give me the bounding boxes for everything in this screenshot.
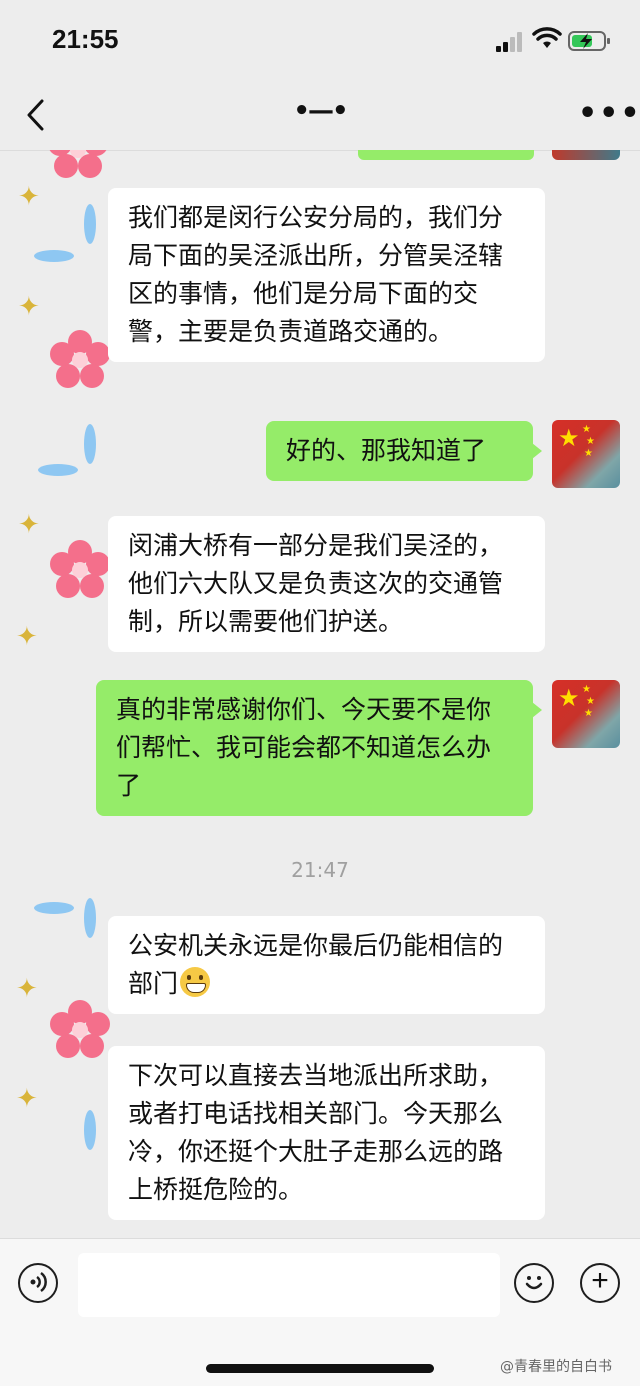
drop-shape [84,204,96,244]
message-bubble-received[interactable]: 下次可以直接去当地派出所求助，或者打电话找相关部门。今天那么冷，你还挺个大肚子走… [108,1046,545,1220]
contact-avatar-decoration: ✦ ✦ [0,880,120,1180]
drop-shape [84,1110,96,1150]
grinning-face-icon [180,967,211,997]
drop-shape [84,424,96,464]
message-text-input[interactable] [78,1253,500,1317]
message-bubble-sent[interactable]: 真的非常感谢你们、今天要不是你们帮忙、我可能会都不知道怎么办了 [96,680,542,816]
emoji-icon[interactable] [514,1263,554,1303]
message-timestamp: 21:47 [291,858,349,882]
contact-avatar-decoration: ✦ ✦ [0,400,120,650]
sparkle-icon: ✦ [18,182,40,212]
sparkle-icon: ✦ [16,974,38,1004]
message-bubble-received[interactable]: 公安机关永远是你最后仍能相信的部门 [108,916,545,1014]
partial-avatar [552,150,620,160]
partial-message-bubble [358,150,534,160]
flower-icon [48,150,108,180]
plus-icon[interactable]: + [580,1263,620,1303]
sparkle-icon: ✦ [18,510,40,540]
flag-star-icon: ★ [558,684,580,712]
sparkle-icon: ✦ [16,622,38,652]
my-avatar[interactable]: ★ ★ ★ ★ [552,420,620,488]
flower-icon [50,1000,110,1060]
more-icon[interactable]: ••• [578,96,640,131]
message-bubble-sent[interactable]: 好的、那我知道了 [266,421,542,481]
chat-message-list[interactable]: ✦ ✦ 我们都是闵行公安分局的，我们分局下面的吴泾派出所，分管吴泾辖区的事情，他… [0,150,640,1238]
flower-icon [50,540,110,600]
sparkle-icon: ✦ [18,292,40,322]
status-time: 21:55 [52,24,119,54]
sparkle-icon: ✦ [16,1084,38,1114]
message-input-bar: + @青春里的自白书 [0,1238,640,1386]
chat-title: •—• [293,96,348,126]
signal-icon [496,32,522,52]
status-bar: 21:55 [0,0,640,80]
home-indicator[interactable] [206,1364,434,1373]
message-bubble-received[interactable]: 闵浦大桥有一部分是我们吴泾的，他们六大队又是负责这次的交通管制，所以需要他们护送… [108,516,545,652]
wifi-icon [532,27,562,48]
contact-avatar-decoration: ✦ ✦ [0,150,120,410]
drop-shape [38,464,78,476]
flag-star-icon: ★ [558,424,580,452]
voice-icon[interactable] [18,1263,58,1303]
watermark: @青春里的自白书 [500,1359,612,1375]
battery-charging-icon [568,31,610,51]
flower-icon [50,330,110,390]
chat-header: •—• ••• [0,80,640,151]
drop-shape [34,902,74,914]
drop-shape [84,898,96,938]
message-bubble-received[interactable]: 我们都是闵行公安分局的，我们分局下面的吴泾派出所，分管吴泾辖区的事情，他们是分局… [108,188,545,362]
back-icon[interactable] [24,98,48,132]
drop-shape [34,250,74,262]
my-avatar[interactable]: ★ ★ ★ ★ [552,680,620,748]
